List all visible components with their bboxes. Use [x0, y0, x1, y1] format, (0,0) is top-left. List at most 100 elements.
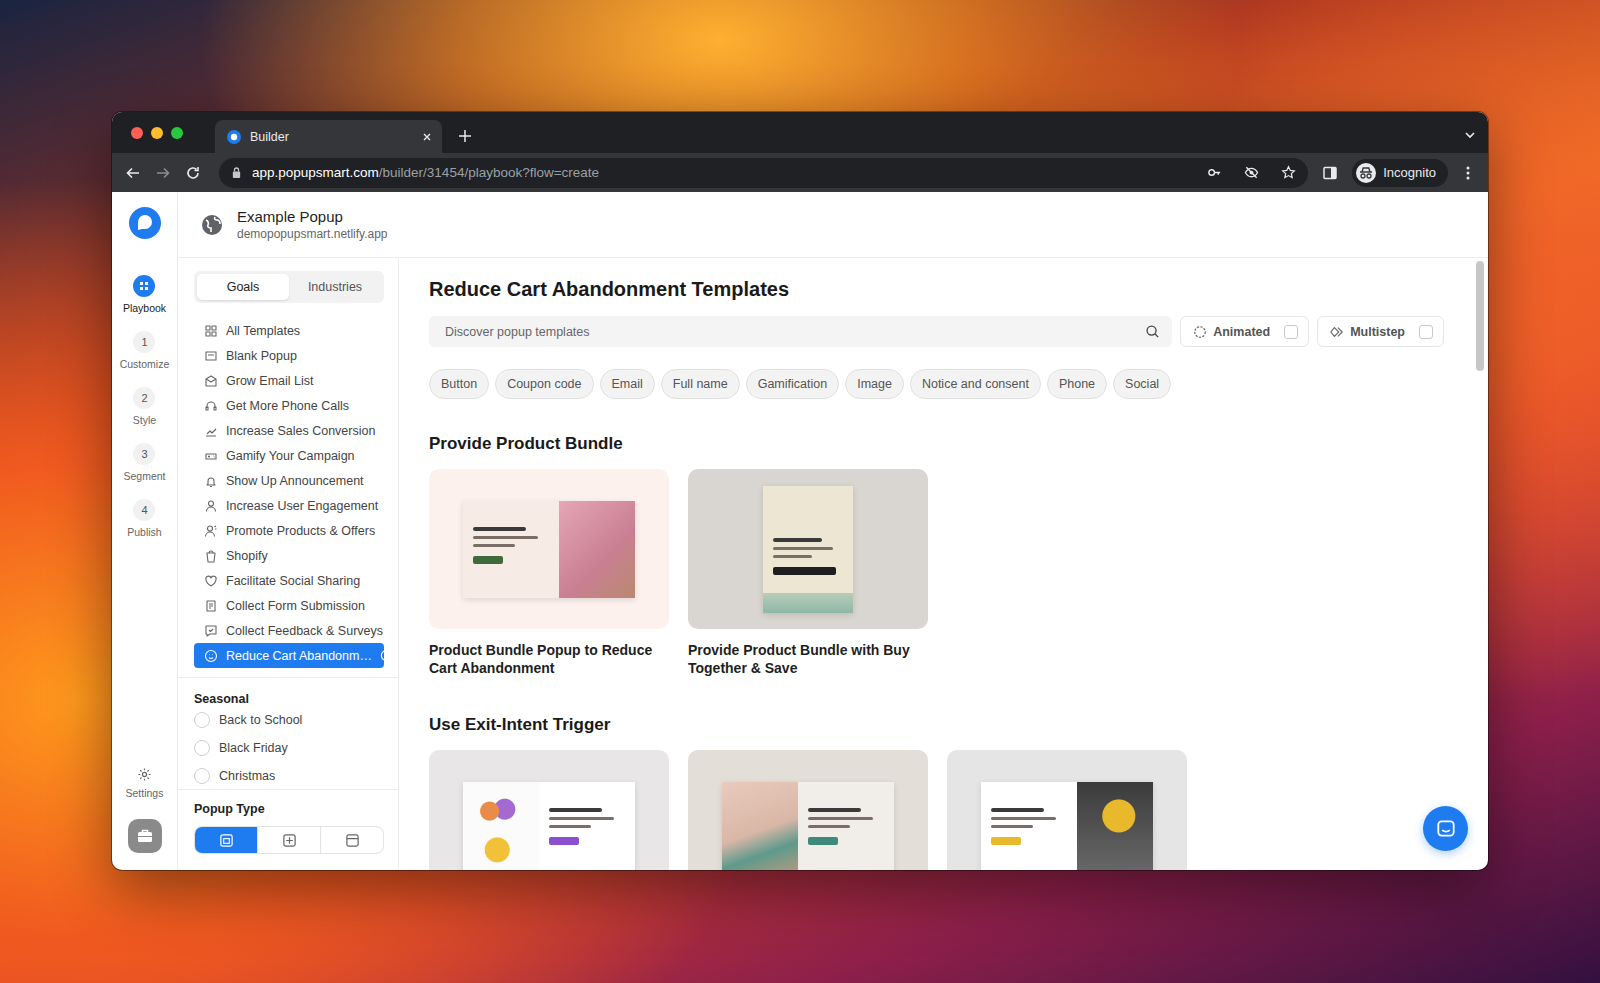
goal-item[interactable]: Increase User Engagement: [194, 493, 384, 518]
reload-icon[interactable]: [185, 165, 201, 181]
back-arrow-icon[interactable]: [125, 165, 141, 181]
goal-item[interactable]: Get More Phone Calls: [194, 393, 384, 418]
menu-kebab-icon[interactable]: [1460, 165, 1476, 181]
radio-button[interactable]: [194, 712, 210, 728]
goal-item[interactable]: Collect Form Submission: [194, 593, 384, 618]
zoom-window-button[interactable]: [171, 127, 183, 139]
goal-label: Increase User Engagement: [226, 499, 378, 513]
goal-item[interactable]: Show Up Announcement: [194, 468, 384, 493]
filter-bar: Discover popup templates Animated Multiste…: [429, 316, 1444, 347]
template-card[interactable]: Provide Product Bundle with Buy Together…: [688, 469, 928, 677]
eye-off-icon[interactable]: [1244, 165, 1259, 180]
filter-chip[interactable]: Notice and consent: [910, 369, 1041, 399]
workspace: Example Popupdemopopupsmart.netlify.appG…: [178, 192, 1488, 870]
scrollbar-thumb[interactable]: [1476, 261, 1484, 371]
rail-step[interactable]: 2Style: [120, 387, 170, 443]
sidebar-tab[interactable]: Industries: [289, 274, 381, 300]
sidebar-tab[interactable]: Goals: [197, 274, 289, 300]
browser-tab[interactable]: Builder: [215, 120, 442, 153]
goal-item[interactable]: Grow Email List: [194, 368, 384, 393]
close-tab-icon[interactable]: [422, 132, 432, 142]
popup-type-option[interactable]: [257, 827, 320, 853]
side-panel-icon[interactable]: [1322, 165, 1338, 181]
chat-launcher-button[interactable]: [1423, 806, 1468, 851]
template-card[interactable]: [429, 750, 669, 870]
rail-step[interactable]: Playbook: [120, 275, 170, 331]
filter-chip[interactable]: Button: [429, 369, 489, 399]
rail-step[interactable]: 3Segment: [120, 443, 170, 499]
address-bar[interactable]: app.popupsmart.com/builder/31454/playboo…: [219, 158, 1308, 188]
template-preview[interactable]: [688, 469, 928, 629]
tab-strip: Builder: [112, 112, 1488, 153]
template-preview[interactable]: [429, 469, 669, 629]
globe-icon: [201, 214, 223, 236]
filter-toggle[interactable]: Animated: [1180, 316, 1309, 347]
new-tab-plus-icon[interactable]: [458, 129, 472, 143]
template-card[interactable]: Product Bundle Popup to Reduce Cart Aban…: [429, 469, 669, 677]
goal-icon: [204, 399, 218, 413]
account-button[interactable]: [128, 819, 162, 853]
goal-item[interactable]: Promote Products & Offers: [194, 518, 384, 543]
template-card[interactable]: [947, 750, 1187, 870]
template-title: Provide Product Bundle with Buy Together…: [688, 641, 928, 677]
clear-circle-x-icon[interactable]: [380, 649, 393, 662]
filter-chip[interactable]: Gamification: [746, 369, 839, 399]
template-search-field[interactable]: Discover popup templates: [429, 316, 1172, 347]
template-preview[interactable]: [688, 750, 928, 870]
popup-type-title: Popup Type: [194, 802, 384, 816]
popup-type-option[interactable]: [195, 827, 257, 853]
page-title: Reduce Cart Abandonment Templates: [429, 277, 1444, 301]
template-card[interactable]: [688, 750, 928, 870]
step-rail: Playbook1Customize2Style3Segment4Publish…: [112, 192, 178, 870]
key-icon[interactable]: [1207, 165, 1222, 180]
bookmark-star-icon[interactable]: [1281, 165, 1296, 180]
seasonal-section: SeasonalBack to SchoolBlack FridayChrist…: [178, 677, 398, 789]
goal-item[interactable]: Shopify: [194, 543, 384, 568]
incognito-profile-button[interactable]: Incognito: [1352, 159, 1448, 187]
seasonal-option[interactable]: Back to School: [194, 706, 384, 734]
popup-type-option[interactable]: [320, 827, 383, 853]
goal-item[interactable]: Reduce Cart Abandonm…: [194, 643, 384, 668]
checkbox[interactable]: [1284, 325, 1298, 339]
tab-search-chevron-icon[interactable]: [1464, 129, 1476, 141]
goal-label: Gamify Your Campaign: [226, 449, 378, 463]
minimize-window-button[interactable]: [151, 127, 163, 139]
template-preview[interactable]: [429, 750, 669, 870]
goal-item[interactable]: Facilitate Social Sharing: [194, 568, 384, 593]
seasonal-option[interactable]: Christmas: [194, 762, 384, 789]
floating-popup-icon: [282, 833, 297, 848]
filter-chip[interactable]: Image: [845, 369, 904, 399]
settings-button[interactable]: Settings: [126, 767, 164, 799]
animated-icon: [1193, 325, 1207, 339]
goal-icon: [204, 549, 218, 563]
template-preview[interactable]: [947, 750, 1187, 870]
radio-button[interactable]: [194, 768, 210, 784]
goal-item[interactable]: Blank Popup: [194, 343, 384, 368]
goal-icon: [204, 524, 218, 538]
goal-label: Collect Feedback & Surveys: [226, 624, 383, 638]
filter-toggle[interactable]: Multistep: [1317, 316, 1444, 347]
goal-label: Grow Email List: [226, 374, 378, 388]
rail-step[interactable]: 1Customize: [120, 331, 170, 387]
filter-chip[interactable]: Social: [1113, 369, 1171, 399]
close-window-button[interactable]: [131, 127, 143, 139]
forward-arrow-icon[interactable]: [155, 165, 171, 181]
filter-chip[interactable]: Coupon code: [495, 369, 593, 399]
scrollbar[interactable]: [1476, 261, 1484, 867]
popupsmart-logo-icon[interactable]: [129, 207, 161, 239]
seasonal-label: Black Friday: [219, 741, 288, 755]
rail-step[interactable]: 4Publish: [120, 499, 170, 555]
goal-item[interactable]: Gamify Your Campaign: [194, 443, 384, 468]
radio-button[interactable]: [194, 740, 210, 756]
filter-chip[interactable]: Phone: [1047, 369, 1107, 399]
checkbox[interactable]: [1419, 325, 1433, 339]
filter-chip[interactable]: Full name: [661, 369, 740, 399]
goal-item[interactable]: All Templates: [194, 318, 384, 343]
goal-item[interactable]: Collect Feedback & Surveys: [194, 618, 384, 643]
template-section: Use Exit-Intent Trigger: [429, 714, 1444, 870]
gear-icon: [137, 767, 152, 782]
goal-item[interactable]: Increase Sales Conversion: [194, 418, 384, 443]
browser-toolbar: app.popupsmart.com/builder/31454/playboo…: [112, 153, 1488, 192]
filter-chip[interactable]: Email: [600, 369, 655, 399]
seasonal-option[interactable]: Black Friday: [194, 734, 384, 762]
